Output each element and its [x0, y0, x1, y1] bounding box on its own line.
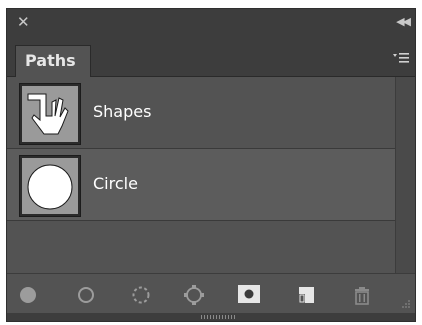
- vertical-scrollbar[interactable]: [395, 77, 415, 273]
- path-row-shapes[interactable]: Shapes: [7, 77, 395, 149]
- circle-shape-thumbnail: [19, 155, 81, 217]
- panel-titlebar: ✕ ◀◀: [7, 9, 415, 37]
- tab-paths[interactable]: Paths: [15, 45, 91, 77]
- make-work-path-icon[interactable]: [181, 284, 207, 306]
- paths-list: Shapes Circle: [7, 77, 395, 273]
- path-row-circle[interactable]: Circle: [7, 149, 395, 221]
- add-mask-icon[interactable]: [236, 284, 262, 306]
- path-name-label: Shapes: [93, 102, 152, 121]
- hand-shape-thumbnail: [19, 83, 81, 145]
- paths-panel: ✕ ◀◀ Paths Shapes Circle: [6, 8, 416, 322]
- load-as-selection-icon[interactable]: [128, 284, 154, 306]
- panel-resize-handle[interactable]: [7, 313, 415, 321]
- fill-path-icon[interactable]: [15, 284, 41, 306]
- paths-toolbar: [7, 273, 415, 313]
- new-path-icon[interactable]: [293, 284, 319, 306]
- close-icon[interactable]: ✕: [17, 12, 30, 32]
- panel-menu-icon[interactable]: [393, 52, 409, 64]
- path-name-label: Circle: [93, 174, 138, 193]
- delete-path-icon[interactable]: [349, 284, 375, 306]
- grip-dots-icon: [201, 315, 237, 319]
- stroke-path-icon[interactable]: [73, 284, 99, 306]
- resize-grip-icon[interactable]: [399, 297, 411, 309]
- panel-tabbar: Paths: [7, 37, 415, 77]
- collapse-icon[interactable]: ◀◀: [396, 13, 411, 31]
